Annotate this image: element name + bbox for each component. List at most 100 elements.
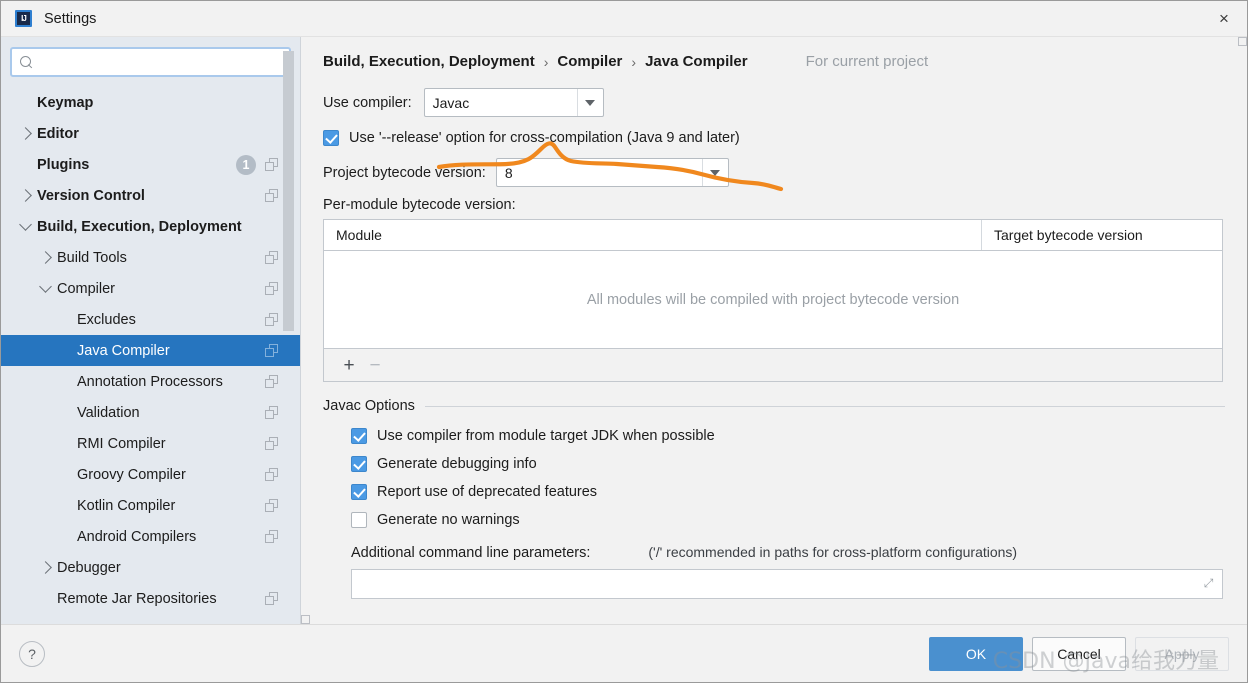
sidebar-scrollbar-thumb[interactable] xyxy=(283,51,294,331)
settings-tree: Keymap Editor Plugins 1 Version Control Build… xyxy=(1,85,300,624)
settings-main-panel: Build, Execution, Deployment › Compiler … xyxy=(301,37,1247,624)
close-icon[interactable]: × xyxy=(1201,1,1247,36)
column-header-module[interactable]: Module xyxy=(324,220,982,250)
sidebar-item-rmi-compiler[interactable]: RMI Compiler xyxy=(1,428,300,459)
chevron-right-icon[interactable] xyxy=(19,188,32,202)
search-input[interactable] xyxy=(40,53,281,71)
project-bytecode-select[interactable]: 8 xyxy=(495,158,729,187)
sidebar-item-build-execution-deployment[interactable]: Build, Execution, Deployment xyxy=(1,211,300,242)
sidebar-item-label: Validation xyxy=(77,404,140,421)
remove-module-button: − xyxy=(369,354,381,376)
sidebar-item-label: Excludes xyxy=(77,311,136,328)
dialog-body: Keymap Editor Plugins 1 Version Control Build… xyxy=(1,37,1247,624)
sidebar-item-label: Build, Execution, Deployment xyxy=(37,218,242,235)
chevron-right-icon[interactable] xyxy=(39,560,52,574)
per-module-table: Module Target bytecode version All modul… xyxy=(323,219,1223,382)
use-compiler-row: Use compiler: Javac xyxy=(323,88,1247,117)
sidebar-item-keymap[interactable]: Keymap xyxy=(1,87,300,118)
sidebar-item-label: Plugins xyxy=(37,156,90,173)
sidebar-item-label: Groovy Compiler xyxy=(77,466,186,483)
breadcrumb: Build, Execution, Deployment › Compiler … xyxy=(301,37,1247,624)
sidebar-item-label: Remote Jar Repositories xyxy=(57,590,217,607)
chevron-down-icon[interactable] xyxy=(701,159,728,186)
settings-sidebar: Keymap Editor Plugins 1 Version Control Build… xyxy=(1,37,301,624)
search-icon xyxy=(20,55,34,69)
title-bar: IJ Settings × xyxy=(1,1,1247,37)
chevron-down-icon[interactable] xyxy=(576,89,603,116)
breadcrumb-item-java-compiler: Java Compiler xyxy=(645,53,748,70)
divider xyxy=(424,405,1225,407)
sidebar-item-compiler[interactable]: Compiler xyxy=(1,273,300,304)
javac-option-label: Generate no warnings xyxy=(377,512,520,528)
copy-icon xyxy=(265,374,278,388)
copy-icon xyxy=(265,467,278,481)
chevron-right-icon[interactable] xyxy=(19,126,32,140)
sidebar-item-label: Version Control xyxy=(37,187,145,204)
copy-icon xyxy=(265,405,278,419)
javac-option-checkbox[interactable] xyxy=(351,428,367,444)
javac-option-checkbox[interactable] xyxy=(351,484,367,500)
sidebar-item-editor[interactable]: Editor xyxy=(1,118,300,149)
sidebar-item-excludes[interactable]: Excludes xyxy=(1,304,300,335)
chevron-right-icon[interactable] xyxy=(39,250,52,264)
column-header-target-bytecode-version[interactable]: Target bytecode version xyxy=(982,220,1222,250)
sidebar-item-remote-jar-repositories[interactable]: Remote Jar Repositories xyxy=(1,583,300,614)
additional-params-field[interactable]: ⤢ xyxy=(351,569,1223,599)
settings-dialog: IJ Settings × Keymap Editor Plugins 1 Versio… xyxy=(0,0,1248,683)
javac-option-label: Use compiler from module target JDK when… xyxy=(377,428,715,444)
breadcrumb-item-compiler[interactable]: Compiler xyxy=(557,53,622,70)
search-field[interactable] xyxy=(10,47,291,77)
chevron-down-icon[interactable] xyxy=(39,280,52,293)
sidebar-item-kotlin-compiler[interactable]: Kotlin Compiler xyxy=(1,490,300,521)
breadcrumb-separator-icon: › xyxy=(631,53,637,70)
javac-option-checkbox[interactable] xyxy=(351,512,367,528)
sidebar-item-android-compilers[interactable]: Android Compilers xyxy=(1,521,300,552)
sidebar-item-annotation-processors[interactable]: Annotation Processors xyxy=(1,366,300,397)
apply-button: Apply xyxy=(1135,636,1229,671)
expand-icon[interactable]: ⤢ xyxy=(1202,576,1215,590)
javac-option-checkbox[interactable] xyxy=(351,456,367,472)
table-header-row: Module Target bytecode version xyxy=(324,220,1222,251)
intellij-logo-icon: IJ xyxy=(15,10,32,27)
add-module-button[interactable]: + xyxy=(336,352,362,378)
release-option-checkbox[interactable] xyxy=(323,130,339,146)
javac-option-row[interactable]: Use compiler from module target JDK when… xyxy=(351,428,1247,444)
sidebar-item-badge: 1 xyxy=(236,154,256,175)
use-compiler-value: Javac xyxy=(432,94,470,111)
sidebar-item-plugins[interactable]: Plugins 1 xyxy=(1,149,300,180)
release-option-label: Use '--release' option for cross-compila… xyxy=(349,130,740,146)
table-body: All modules will be compiled with projec… xyxy=(324,251,1222,348)
javac-option-row[interactable]: Report use of deprecated features xyxy=(351,484,1247,500)
sidebar-item-label: Java Compiler xyxy=(77,342,170,359)
use-compiler-select[interactable]: Javac xyxy=(423,88,604,117)
additional-params-label: Additional command line parameters: xyxy=(351,545,591,561)
sidebar-item-debugger[interactable]: Debugger xyxy=(1,552,300,583)
copy-icon xyxy=(265,498,278,512)
javac-option-row[interactable]: Generate debugging info xyxy=(351,456,1247,472)
sidebar-item-groovy-compiler[interactable]: Groovy Compiler xyxy=(1,459,300,490)
scope-note-label: For current project xyxy=(805,53,929,70)
sidebar-item-build-tools[interactable]: Build Tools xyxy=(1,242,300,273)
chevron-down-icon[interactable] xyxy=(19,218,32,231)
javac-options-header: Javac Options xyxy=(323,398,1247,414)
help-button[interactable]: ? xyxy=(19,640,45,667)
sidebar-item-java-compiler[interactable]: Java Compiler xyxy=(1,335,300,366)
release-option-row[interactable]: Use '--release' option for cross-compila… xyxy=(323,130,1247,146)
sidebar-item-label: Debugger xyxy=(57,559,121,576)
javac-option-row[interactable]: Generate no warnings xyxy=(351,512,1247,528)
copy-icon xyxy=(265,591,278,605)
sidebar-scrollbar[interactable] xyxy=(283,37,294,624)
ok-button[interactable]: OK xyxy=(929,636,1023,671)
breadcrumb-item-build[interactable]: Build, Execution, Deployment xyxy=(323,53,535,70)
additional-params-hint: ('/' recommended in paths for cross-plat… xyxy=(648,544,1018,560)
sidebar-item-version-control[interactable]: Version Control xyxy=(1,180,300,211)
cancel-button[interactable]: Cancel xyxy=(1032,636,1126,671)
sidebar-item-validation[interactable]: Validation xyxy=(1,397,300,428)
